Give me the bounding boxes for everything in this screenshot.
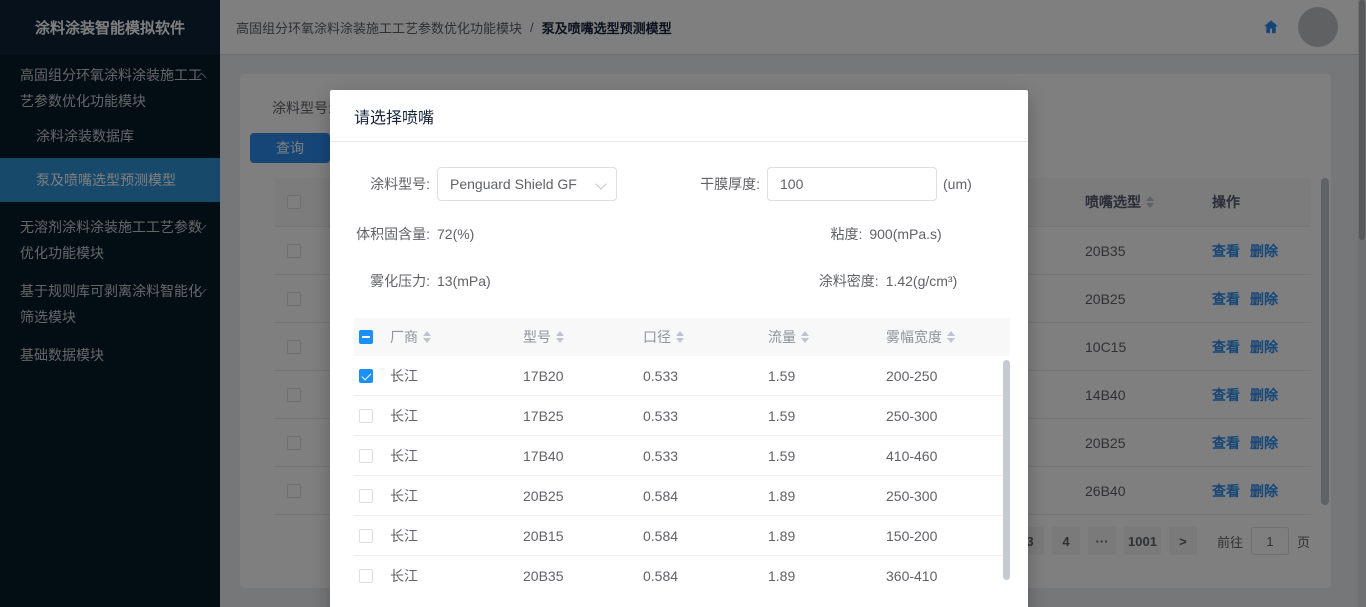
caliber-cell: 0.533 <box>643 448 768 464</box>
sort-icon[interactable] <box>801 331 809 343</box>
manufacturer-cell: 长江 <box>390 446 523 466</box>
nozzle-row: 长江 20B35 0.584 1.89 360-410 <box>354 556 1010 583</box>
nozzle-table-header: 厂商 型号 口径 流量 雾幅宽度 <box>354 318 1010 356</box>
dft-label: 干膜厚度: <box>684 174 760 194</box>
model-cell: 20B25 <box>523 488 643 504</box>
caliber-cell: 0.584 <box>643 488 768 504</box>
manufacturer-cell: 长江 <box>390 406 523 426</box>
flow-cell: 1.89 <box>768 528 886 544</box>
pressure-value: 13(mPa) <box>437 273 491 289</box>
app-root: 涂料涂装智能模拟软件 高固组分环氧涂料涂装施工工艺参数优化功能模块 涂料涂装数据… <box>0 0 1366 607</box>
sort-icon[interactable] <box>947 331 955 343</box>
model-cell: 20B15 <box>523 528 643 544</box>
dft-input[interactable] <box>767 167 937 201</box>
flow-cell: 1.89 <box>768 488 886 504</box>
caliber-cell: 0.584 <box>643 528 768 544</box>
model-cell: 17B40 <box>523 448 643 464</box>
nozzle-table: 厂商 型号 口径 流量 雾幅宽度 长江 17B20 0.533 1.59 200… <box>354 318 1010 583</box>
caliber-header: 口径 <box>643 327 671 347</box>
row-checkbox[interactable] <box>359 489 373 503</box>
nozzle-select-dialog: 请选择喷嘴 涂料型号: Penguard Shield GF 干膜厚度: (um… <box>330 90 1028 607</box>
row-checkbox[interactable] <box>359 529 373 543</box>
model-cell: 17B20 <box>523 368 643 384</box>
viscosity-value: 900(mPa.s) <box>869 226 941 242</box>
nozzle-row: 长江 17B40 0.533 1.59 410-460 <box>354 436 1010 476</box>
nozzle-row: 长江 17B20 0.533 1.59 200-250 <box>354 356 1010 396</box>
nozzle-table-scrollbar-thumb[interactable] <box>1003 360 1010 580</box>
sort-icon[interactable] <box>423 331 431 343</box>
flow-cell: 1.59 <box>768 368 886 384</box>
dialog-form-row-3: 雾化压力: 13(mPa) 涂料密度: 1.42(g/cm³) <box>354 271 1010 291</box>
flow-cell: 1.89 <box>768 568 886 584</box>
paint-model-selected-value: Penguard Shield GF <box>450 176 577 192</box>
sort-icon[interactable] <box>676 331 684 343</box>
sort-icon[interactable] <box>556 331 564 343</box>
spray-width-header: 雾幅宽度 <box>886 327 942 347</box>
spray-width-cell: 360-410 <box>886 568 1010 584</box>
spray-width-cell: 150-200 <box>886 528 1010 544</box>
dialog-form-row-2: 体积固含量: 72(%) 粘度: 900(mPa.s) <box>354 224 1010 244</box>
manufacturer-cell: 长江 <box>390 366 523 386</box>
model-header: 型号 <box>523 327 551 347</box>
chevron-down-icon <box>595 178 606 189</box>
dialog-form-row-1: 涂料型号: Penguard Shield GF 干膜厚度: (um) <box>354 167 1010 201</box>
row-checkbox[interactable] <box>359 369 373 383</box>
manufacturer-cell: 长江 <box>390 566 523 584</box>
caliber-cell: 0.584 <box>643 568 768 584</box>
density-value: 1.42(g/cm³) <box>886 273 958 289</box>
dialog-title: 请选择喷嘴 <box>330 90 1028 142</box>
spray-width-cell: 250-300 <box>886 408 1010 424</box>
caliber-cell: 0.533 <box>643 408 768 424</box>
spray-width-cell: 200-250 <box>886 368 1010 384</box>
model-cell: 17B25 <box>523 408 643 424</box>
solids-value: 72(%) <box>437 226 474 242</box>
flow-cell: 1.59 <box>768 408 886 424</box>
row-checkbox[interactable] <box>359 569 373 583</box>
density-label: 涂料密度: <box>738 271 879 291</box>
nozzle-row: 长江 20B15 0.584 1.89 150-200 <box>354 516 1010 556</box>
row-checkbox[interactable] <box>359 409 373 423</box>
model-cell: 20B35 <box>523 568 643 584</box>
spray-width-cell: 410-460 <box>886 448 1010 464</box>
nozzle-row: 长江 20B25 0.584 1.89 250-300 <box>354 476 1010 516</box>
flow-header: 流量 <box>768 327 796 347</box>
manufacturer-cell: 长江 <box>390 526 523 546</box>
caliber-cell: 0.533 <box>643 368 768 384</box>
paint-model-label: 涂料型号: <box>354 174 430 194</box>
dft-unit: (um) <box>943 176 972 192</box>
manufacturer-header: 厂商 <box>390 327 418 347</box>
viscosity-label: 粘度: <box>721 224 862 244</box>
pressure-label: 雾化压力: <box>354 271 430 291</box>
manufacturer-cell: 长江 <box>390 486 523 506</box>
row-checkbox[interactable] <box>359 449 373 463</box>
flow-cell: 1.59 <box>768 448 886 464</box>
paint-model-select[interactable]: Penguard Shield GF <box>437 167 617 201</box>
select-all-checkbox[interactable] <box>359 330 373 344</box>
solids-label: 体积固含量: <box>354 224 430 244</box>
nozzle-row: 长江 17B25 0.533 1.59 250-300 <box>354 396 1010 436</box>
spray-width-cell: 250-300 <box>886 488 1010 504</box>
